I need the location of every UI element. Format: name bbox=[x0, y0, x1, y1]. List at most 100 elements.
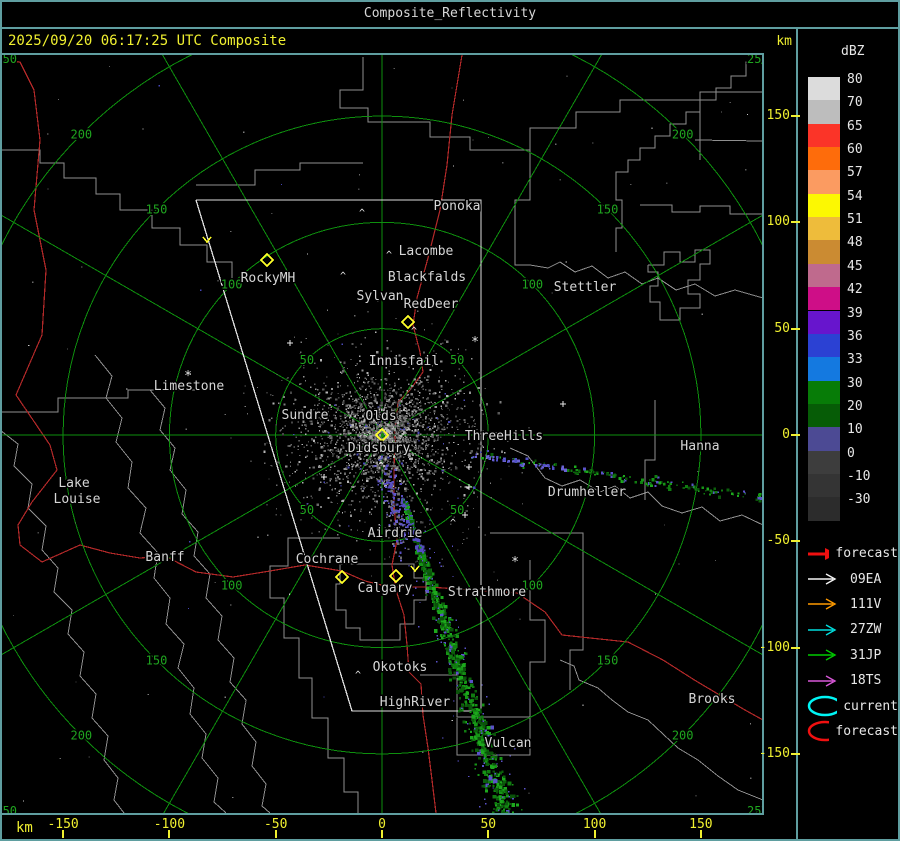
bottom-tick-mark bbox=[381, 830, 383, 838]
right-tick-label: 50 bbox=[774, 320, 790, 336]
bottom-tick-mark bbox=[487, 830, 490, 838]
city-label: Ponoka bbox=[434, 199, 481, 214]
svg-text:200: 200 bbox=[70, 127, 92, 141]
svg-text:^: ^ bbox=[340, 271, 346, 282]
city-label: Strathmore bbox=[448, 585, 526, 600]
colorbar-value-label: 33 bbox=[847, 352, 863, 368]
legend-arrow-icon bbox=[808, 573, 837, 585]
map-bottom-border bbox=[0, 813, 764, 815]
colorbar-value-label: 42 bbox=[847, 282, 863, 298]
colorbar-value-label: 51 bbox=[847, 212, 863, 228]
colorbar-value-label: -10 bbox=[847, 468, 871, 484]
colorbar-value-label: -30 bbox=[847, 492, 871, 508]
right-tick-mark bbox=[791, 327, 800, 330]
city-label: RedDeer bbox=[404, 297, 459, 312]
city-label: Airdrie bbox=[368, 526, 423, 541]
svg-text:200: 200 bbox=[672, 729, 694, 743]
svg-text:^: ^ bbox=[359, 208, 365, 219]
right-axis-unit-label: km bbox=[776, 34, 792, 49]
colorbar-swatch bbox=[808, 240, 840, 264]
city-label: HighRiver bbox=[380, 695, 451, 710]
legend-item-label: 09EA bbox=[850, 571, 882, 587]
legend: forecast 09EA 111V 27ZW 31JP 18TS current forec… bbox=[806, 541, 898, 744]
colorbar-value-label: 45 bbox=[847, 258, 863, 274]
svg-text:^: ^ bbox=[450, 518, 456, 529]
colorbar-value-label: 36 bbox=[847, 328, 863, 344]
right-tick-label: -150 bbox=[758, 745, 790, 761]
right-tick-label: 0 bbox=[782, 427, 790, 442]
svg-text:250: 250 bbox=[2, 55, 17, 66]
city-label: Stettler bbox=[554, 280, 617, 295]
legend-ellipse-icon bbox=[807, 721, 830, 742]
city-label: Sundre bbox=[282, 408, 329, 423]
city-label: Vulcan bbox=[485, 736, 532, 751]
city-label: Didsbury bbox=[348, 441, 411, 456]
city-label: Louise bbox=[54, 492, 101, 507]
legend-item-label: 18TS bbox=[850, 673, 882, 689]
colorbar-value-label: 54 bbox=[847, 188, 863, 204]
svg-text:^: ^ bbox=[411, 326, 417, 337]
svg-text:50: 50 bbox=[300, 353, 314, 367]
svg-text:100: 100 bbox=[521, 278, 543, 292]
legend-item: 18TS bbox=[806, 668, 898, 693]
colorbar-swatch bbox=[808, 123, 840, 148]
colorbar-swatch bbox=[808, 473, 840, 498]
bottom-tick-mark bbox=[168, 830, 171, 838]
colorbar-swatch bbox=[808, 217, 840, 241]
bottom-tick-mark bbox=[274, 830, 277, 838]
right-tick-label: -100 bbox=[758, 639, 790, 655]
plus-marker-icon bbox=[560, 401, 566, 407]
colorbar-swatch bbox=[808, 287, 840, 311]
colorbar-swatch bbox=[808, 357, 840, 381]
legend-arrow-icon bbox=[808, 547, 830, 560]
plus-marker-icon bbox=[466, 484, 472, 490]
svg-text:200: 200 bbox=[70, 729, 92, 743]
colorbar-value-label: 57 bbox=[847, 165, 863, 181]
svg-text:150: 150 bbox=[597, 203, 619, 217]
city-label: Calgary bbox=[358, 581, 413, 596]
svg-text:150: 150 bbox=[146, 653, 168, 667]
bottom-tick-mark bbox=[699, 830, 702, 838]
right-tick-mark bbox=[791, 115, 800, 118]
colorbar-value-label: 48 bbox=[847, 235, 863, 251]
city-label: Lake bbox=[58, 476, 89, 491]
colorbar-swatch bbox=[808, 147, 840, 171]
colorbar: 80 70 65 60 57 54 51 48 45 42 39 36 33 30 20 10 0 -10 -30 bbox=[808, 73, 898, 527]
colorbar-swatch bbox=[808, 403, 840, 428]
right-tick-mark bbox=[791, 540, 800, 543]
svg-text:^: ^ bbox=[378, 461, 384, 472]
svg-text:150: 150 bbox=[146, 203, 168, 217]
bottom-tick-mark bbox=[593, 830, 596, 838]
city-label: ThreeHills bbox=[465, 429, 543, 444]
colorbar-swatch bbox=[808, 380, 840, 404]
legend-item-label: forecast bbox=[835, 723, 898, 739]
legend-item-label: 27ZW bbox=[850, 622, 882, 638]
window-title: Composite_Reflectivity bbox=[0, 0, 900, 29]
svg-text:^: ^ bbox=[386, 250, 392, 261]
colorbar-value-label: 70 bbox=[847, 95, 863, 111]
city-label: Limestone bbox=[154, 379, 225, 394]
radar-map: 505050 50100100100 100150150150 15020020020… bbox=[2, 55, 764, 813]
colorbar-value-label: 20 bbox=[847, 398, 863, 414]
city-label: Blackfalds bbox=[388, 270, 466, 285]
colorbar-value-label: 30 bbox=[847, 375, 863, 391]
legend-item: forecast bbox=[806, 719, 898, 744]
plus-marker-icon bbox=[466, 464, 472, 470]
colorbar-swatch bbox=[808, 497, 840, 521]
svg-text:100: 100 bbox=[221, 578, 243, 592]
colorbar-swatch bbox=[808, 170, 840, 194]
colorbar-swatch bbox=[808, 77, 840, 101]
legend-item: 111V bbox=[806, 592, 898, 617]
legend-item: forecast bbox=[806, 541, 898, 566]
city-label: Innisfail bbox=[369, 354, 439, 369]
legend-ellipse-icon bbox=[807, 695, 838, 717]
colorbar-swatch bbox=[808, 450, 840, 474]
city-label: Brooks bbox=[689, 692, 736, 707]
colorbar-value-label: 80 bbox=[847, 72, 863, 87]
svg-text:*: * bbox=[471, 335, 479, 350]
bottom-axis-unit-label: km bbox=[16, 820, 33, 836]
city-label: Sylvan bbox=[357, 289, 404, 304]
legend-item-label: 111V bbox=[850, 596, 882, 612]
radar-app-window: Composite_Reflectivity 2025/09/20 06:17:… bbox=[0, 0, 900, 841]
legend-item: 31JP bbox=[806, 643, 898, 668]
